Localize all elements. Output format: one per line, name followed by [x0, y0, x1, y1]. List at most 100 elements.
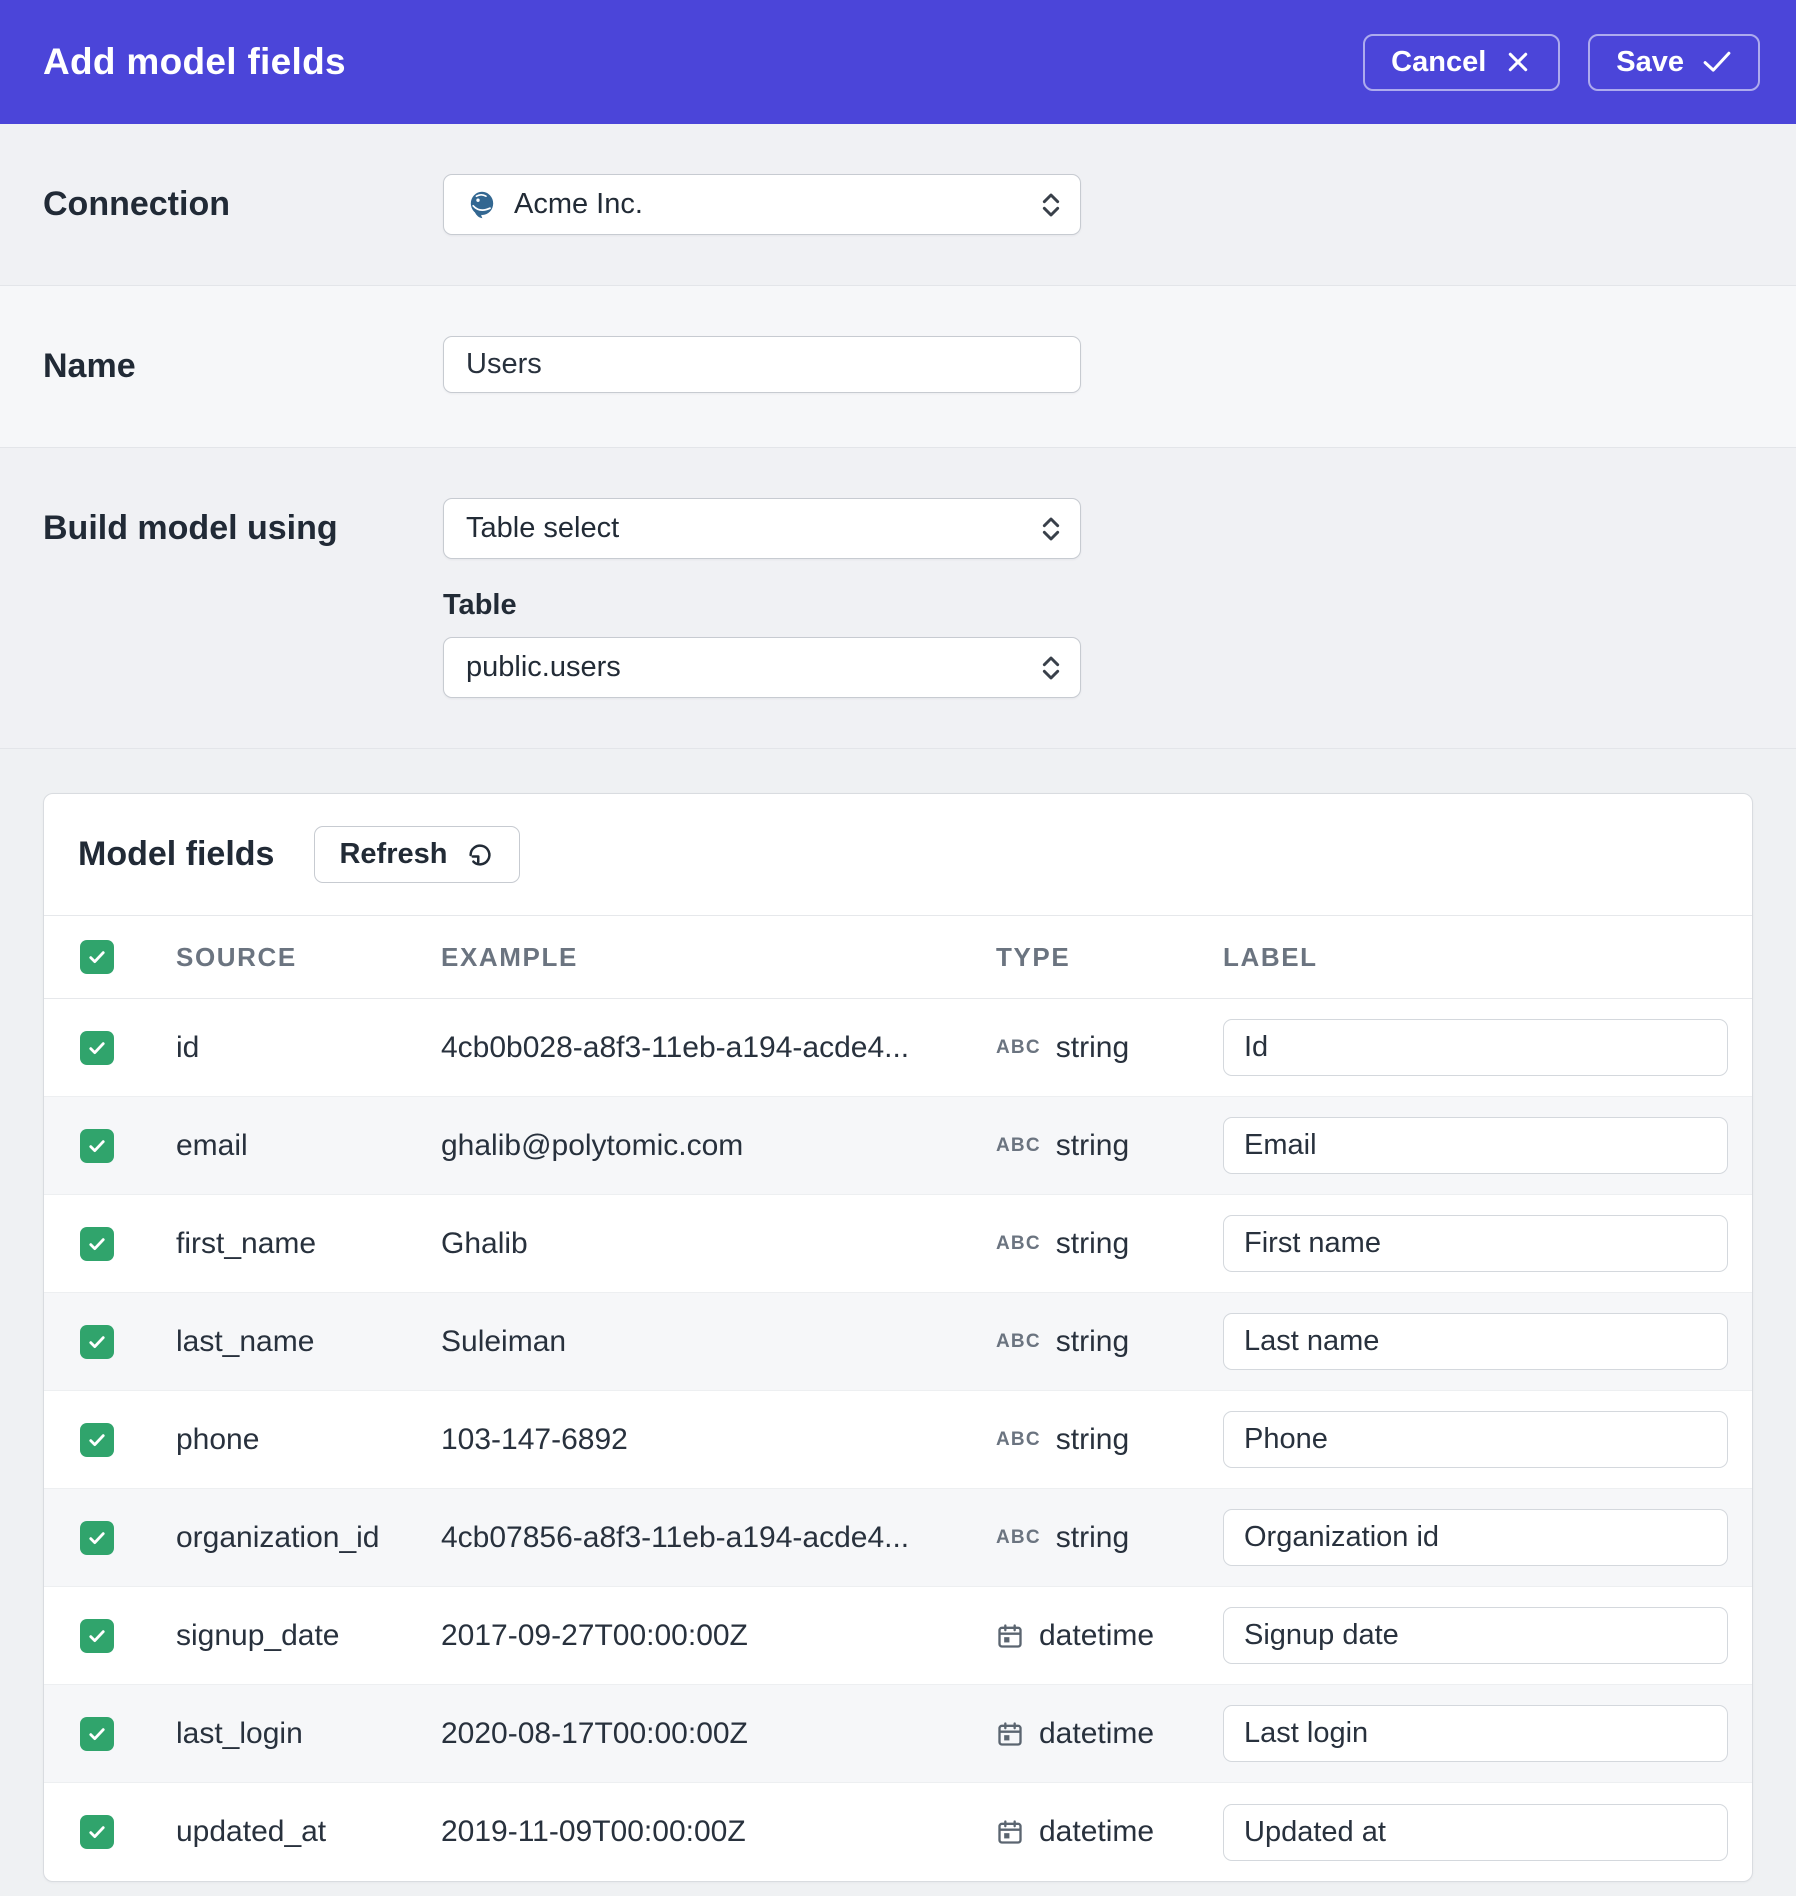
postgres-icon	[466, 189, 498, 221]
row-type: ABC datetime	[970, 1619, 1200, 1653]
row-type-label: string	[1055, 1030, 1130, 1064]
row-example: Suleiman	[441, 1324, 567, 1358]
row-checkbox[interactable]	[80, 1618, 114, 1653]
row-label-input[interactable]	[1223, 1019, 1728, 1076]
row-checkbox[interactable]	[80, 1520, 114, 1555]
connection-section: Connection Acme Inc.	[0, 124, 1796, 286]
table-select[interactable]: public.users	[443, 637, 1081, 698]
table-label: Table	[443, 589, 517, 621]
row-type: ABC string	[970, 1227, 1200, 1261]
table-row: first_name Ghalib ABC string	[44, 1195, 1752, 1293]
row-type-label: datetime	[1039, 1815, 1155, 1848]
row-checkbox[interactable]	[80, 1128, 114, 1163]
name-section: Name	[0, 286, 1796, 448]
select-chevrons-icon	[1040, 652, 1062, 684]
connection-value: Acme Inc.	[514, 188, 643, 220]
row-label-input[interactable]	[1223, 1313, 1728, 1370]
row-checkbox[interactable]	[80, 1422, 114, 1457]
row-type: ABC string	[970, 1423, 1200, 1457]
column-header-source: SOURCE	[176, 941, 297, 972]
select-chevrons-icon	[1040, 513, 1062, 545]
name-label: Name	[43, 347, 136, 385]
calendar-icon	[996, 1622, 1024, 1650]
row-type-label: datetime	[1039, 1716, 1155, 1750]
table-row: updated_at 2019-11-09T00:00:00Z ABC date…	[44, 1783, 1752, 1881]
row-type-label: string	[1055, 1226, 1130, 1260]
row-type-label: string	[1055, 1128, 1130, 1162]
row-label-input[interactable]	[1223, 1705, 1728, 1762]
row-source: id	[176, 1030, 200, 1064]
build-method-value: Table select	[466, 512, 620, 544]
column-header-type: TYPE	[996, 941, 1071, 972]
model-fields-body: id 4cb0b028-a8f3-11eb-a194-acde4... ABC …	[44, 999, 1752, 1881]
row-checkbox[interactable]	[80, 1030, 114, 1065]
row-checkbox[interactable]	[80, 1815, 114, 1849]
row-type-label: datetime	[1039, 1618, 1155, 1652]
model-fields-header: Model fields Refresh	[44, 794, 1752, 915]
model-fields-title: Model fields	[78, 835, 275, 873]
row-example: 2019-11-09T00:00:00Z	[441, 1815, 746, 1848]
header-bar: Add model fields Cancel Save	[0, 0, 1796, 124]
string-type-icon: ABC	[996, 1232, 1041, 1254]
row-source: signup_date	[176, 1618, 340, 1652]
row-example: 4cb0b028-a8f3-11eb-a194-acde4...	[441, 1030, 910, 1064]
string-type-icon: ABC	[996, 1330, 1041, 1352]
row-type: ABC string	[970, 1031, 1200, 1065]
name-input[interactable]	[443, 336, 1081, 393]
row-checkbox[interactable]	[80, 1324, 114, 1359]
row-label-input[interactable]	[1223, 1411, 1728, 1468]
row-type: ABC datetime	[970, 1815, 1200, 1849]
row-source: first_name	[176, 1226, 317, 1260]
row-label-input[interactable]	[1223, 1117, 1728, 1174]
row-example: Ghalib	[441, 1226, 528, 1260]
refresh-button[interactable]: Refresh	[314, 826, 521, 883]
table-header-row: SOURCE EXAMPLE TYPE LABEL	[44, 915, 1752, 999]
save-label: Save	[1616, 45, 1684, 78]
row-checkbox[interactable]	[80, 1716, 114, 1751]
select-all-checkbox[interactable]	[80, 940, 114, 974]
row-label-input[interactable]	[1223, 1215, 1728, 1272]
build-method-select[interactable]: Table select	[443, 498, 1081, 559]
table-row: signup_date 2017-09-27T00:00:00Z ABC dat…	[44, 1587, 1752, 1685]
table-row: email ghalib@polytomic.com ABC string	[44, 1097, 1752, 1195]
table-value: public.users	[466, 651, 621, 683]
row-type: ABC string	[970, 1521, 1200, 1555]
string-type-icon: ABC	[996, 1526, 1041, 1548]
page-title: Add model fields	[43, 41, 346, 82]
save-button[interactable]: Save	[1588, 33, 1760, 91]
row-source: last_name	[176, 1324, 315, 1358]
calendar-icon	[996, 1720, 1024, 1748]
column-header-label: LABEL	[1223, 941, 1318, 972]
row-example: 2020-08-17T00:00:00Z	[441, 1716, 748, 1750]
model-fields-card: Model fields Refresh SOURCE EXAMPLE TYPE…	[43, 793, 1753, 1882]
cancel-label: Cancel	[1391, 45, 1487, 78]
connection-label: Connection	[43, 185, 230, 223]
check-icon	[1702, 50, 1732, 74]
row-source: updated_at	[176, 1815, 327, 1848]
row-type-label: string	[1055, 1324, 1130, 1358]
table-row: last_login 2020-08-17T00:00:00Z ABC date…	[44, 1685, 1752, 1783]
row-source: organization_id	[176, 1520, 380, 1554]
build-section: Build model using Table select Table pub…	[0, 448, 1796, 749]
select-chevrons-icon	[1040, 189, 1062, 221]
row-type: ABC datetime	[970, 1717, 1200, 1751]
row-example: 2017-09-27T00:00:00Z	[441, 1618, 748, 1652]
row-type: ABC string	[970, 1129, 1200, 1163]
calendar-icon	[996, 1818, 1024, 1846]
row-checkbox[interactable]	[80, 1226, 114, 1261]
string-type-icon: ABC	[996, 1036, 1041, 1058]
column-header-example: EXAMPLE	[441, 941, 578, 972]
row-label-input[interactable]	[1223, 1607, 1728, 1664]
connection-select[interactable]: Acme Inc.	[443, 174, 1081, 235]
cancel-button[interactable]: Cancel	[1363, 33, 1561, 91]
refresh-label: Refresh	[339, 838, 448, 870]
row-label-input[interactable]	[1223, 1803, 1728, 1861]
close-icon	[1504, 48, 1532, 76]
row-type-label: string	[1055, 1520, 1130, 1554]
table-row: organization_id 4cb07856-a8f3-11eb-a194-…	[44, 1489, 1752, 1587]
header-actions: Cancel Save	[1363, 33, 1760, 91]
row-label-input[interactable]	[1223, 1509, 1728, 1566]
row-example: 4cb07856-a8f3-11eb-a194-acde4...	[441, 1520, 910, 1554]
build-label: Build model using	[43, 509, 338, 547]
table-row: last_name Suleiman ABC string	[44, 1293, 1752, 1391]
